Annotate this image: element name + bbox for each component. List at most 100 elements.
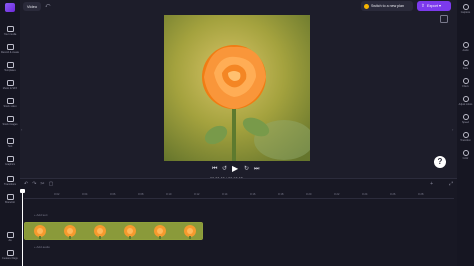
audio-icon bbox=[462, 42, 469, 48]
timeline-tools: ↶ ↷ ✂ ▢ bbox=[24, 181, 53, 188]
video-preview[interactable] bbox=[164, 15, 310, 161]
timeline-tick: 0:02 bbox=[54, 192, 60, 196]
timeline-tick: 0:08 bbox=[138, 192, 144, 196]
chevron-down-icon: ▾ bbox=[439, 4, 441, 8]
undo-icon[interactable]: ↶ bbox=[24, 181, 28, 188]
rewind-icon[interactable]: ↺ bbox=[222, 165, 227, 173]
playhead[interactable] bbox=[20, 189, 25, 266]
sidebar-item-transitions[interactable]: Transitions bbox=[0, 176, 20, 186]
captions-icon bbox=[462, 4, 469, 10]
split-icon[interactable]: ✂ bbox=[40, 181, 44, 188]
sidebar-item-templates[interactable]: Templates bbox=[0, 62, 20, 72]
flag-icon bbox=[6, 250, 14, 256]
rsb-item-label: Fade bbox=[462, 66, 469, 70]
clip-thumbnail bbox=[115, 223, 145, 239]
timeline-tick: 0:04 bbox=[82, 192, 88, 196]
rsb-item-filters[interactable]: Filters bbox=[457, 78, 474, 88]
add-text-track[interactable]: + Add text bbox=[34, 213, 47, 217]
upload-icon: ⇧ bbox=[421, 3, 425, 8]
timeline-tick: 0:18 bbox=[278, 192, 284, 196]
undo-redo-icon[interactable]: ⤺ bbox=[45, 3, 50, 9]
switch-plan-label: Switch to a new plan bbox=[371, 4, 404, 8]
shapes-icon bbox=[6, 156, 14, 162]
rsb-item-fade[interactable]: Fade bbox=[457, 60, 474, 70]
transition-icon bbox=[6, 176, 14, 182]
timeline-tick: 0:06 bbox=[110, 192, 116, 196]
zoom-fit-icon[interactable]: ⤢ bbox=[449, 181, 453, 187]
sidebar-item-label: Transitions bbox=[3, 182, 17, 186]
template-icon bbox=[6, 62, 14, 68]
folder-icon bbox=[6, 26, 14, 32]
sidebar-item-label: Aa bbox=[8, 238, 12, 242]
timeline-tick: 0:28 bbox=[418, 192, 424, 196]
rsb-item-transition[interactable]: Transition bbox=[457, 132, 474, 142]
sidebar-item-label: Record & create bbox=[0, 50, 20, 54]
gem-icon bbox=[364, 3, 369, 9]
sidebar-item-stock-video[interactable]: Stock video bbox=[0, 98, 20, 108]
sidebar-item-stock-images[interactable]: Stock images bbox=[0, 116, 20, 126]
play-button[interactable]: ▶ bbox=[232, 164, 238, 174]
editor-app: Your media Record & create Templates Mus… bbox=[0, 0, 474, 266]
sidebar-item-music[interactable]: Music & SFX bbox=[0, 80, 20, 90]
skip-back-icon[interactable]: ⏮ bbox=[212, 165, 217, 173]
film-icon bbox=[6, 98, 14, 104]
rsb-item-captions[interactable]: Captions bbox=[457, 4, 474, 14]
clip-thumbnail bbox=[145, 223, 175, 239]
clip-thumbnail bbox=[55, 223, 85, 239]
timeline-tick: 0:10 bbox=[166, 192, 172, 196]
left-sidebar: Your media Record & create Templates Mus… bbox=[0, 0, 20, 266]
sidebar-item-record-create[interactable]: Record & create bbox=[0, 44, 20, 54]
export-button[interactable]: ⇧ Export ▾ bbox=[417, 1, 451, 11]
help-button[interactable]: ? bbox=[434, 156, 446, 168]
sidebar-item-text[interactable]: Text bbox=[0, 138, 20, 148]
zoom-in-icon[interactable]: + bbox=[430, 181, 433, 187]
rsb-item-adjust-colors[interactable]: Adjust colors bbox=[457, 96, 474, 106]
add-audio-track[interactable]: + Add audio bbox=[34, 245, 50, 249]
redo-icon[interactable]: ↷ bbox=[32, 181, 36, 188]
fullscreen-icon[interactable] bbox=[440, 15, 448, 23]
timeline-tick: 0:22 bbox=[334, 192, 340, 196]
timeline-tick: 0:16 bbox=[250, 192, 256, 196]
rsb-item-label: Color bbox=[462, 156, 469, 160]
collapse-right-handle[interactable]: › bbox=[452, 127, 453, 132]
sidebar-item-label: Templates bbox=[4, 68, 16, 72]
video-clip[interactable] bbox=[24, 222, 203, 240]
rsb-item-label: Captions bbox=[460, 10, 471, 14]
timeline-tick: 0:14 bbox=[222, 192, 228, 196]
rsb-item-label: Speed bbox=[462, 120, 469, 124]
right-sidebar: Captions Audio Fade Filters Adjust color… bbox=[457, 0, 474, 266]
rsb-item-color[interactable]: Color bbox=[457, 150, 474, 160]
sidebar-item-graphics[interactable]: Graphics bbox=[0, 156, 20, 166]
sidebar-item-feature-flags[interactable]: Feature Flags bbox=[0, 250, 20, 260]
adjust-icon bbox=[462, 96, 469, 102]
export-label: Export bbox=[427, 4, 438, 8]
sidebar-item-label: Text bbox=[7, 144, 13, 148]
sidebar-item-your-media[interactable]: Your media bbox=[0, 26, 20, 36]
clip-thumbnail bbox=[85, 223, 115, 239]
brand-icon bbox=[6, 194, 14, 200]
music-icon bbox=[6, 80, 14, 86]
rsb-item-audio[interactable]: Audio bbox=[457, 42, 474, 52]
rsb-item-speed[interactable]: Speed bbox=[457, 114, 474, 124]
timeline-ruler[interactable]: 0:02 0:04 0:06 0:08 0:10 0:12 0:14 0:16 0:18 0:20… bbox=[24, 191, 454, 199]
sidebar-item-brand-kit[interactable]: Brand kit bbox=[0, 194, 20, 204]
delete-icon[interactable]: ▢ bbox=[49, 181, 54, 188]
collapse-left-handle[interactable]: ‹ bbox=[21, 127, 22, 132]
tab-video[interactable]: Video bbox=[23, 2, 41, 11]
transition-icon bbox=[462, 132, 469, 138]
app-logo[interactable] bbox=[5, 3, 15, 12]
timeline: ↶ ↷ ✂ ▢ + ⤢ 0:02 0:04 0:06 0:08 0:10 0:12 0:14… bbox=[20, 178, 457, 266]
timeline-tick: 0:20 bbox=[306, 192, 312, 196]
switch-plan-button[interactable]: Switch to a new plan bbox=[361, 1, 413, 11]
sidebar-item-label: Music & SFX bbox=[2, 86, 18, 90]
fade-icon bbox=[462, 60, 469, 66]
sidebar-item-label: Graphics bbox=[4, 162, 15, 166]
sidebar-item-label: Stock video bbox=[3, 104, 17, 108]
speed-icon bbox=[462, 114, 469, 120]
sidebar-item-label: Brand kit bbox=[5, 200, 15, 204]
sidebar-item-aa[interactable]: Aa bbox=[0, 232, 20, 242]
rsb-item-label: Filters bbox=[462, 84, 469, 88]
skip-forward-icon[interactable]: ⏭ bbox=[254, 165, 259, 173]
rsb-item-label: Transition bbox=[460, 138, 471, 142]
forward-icon[interactable]: ↻ bbox=[244, 165, 249, 173]
